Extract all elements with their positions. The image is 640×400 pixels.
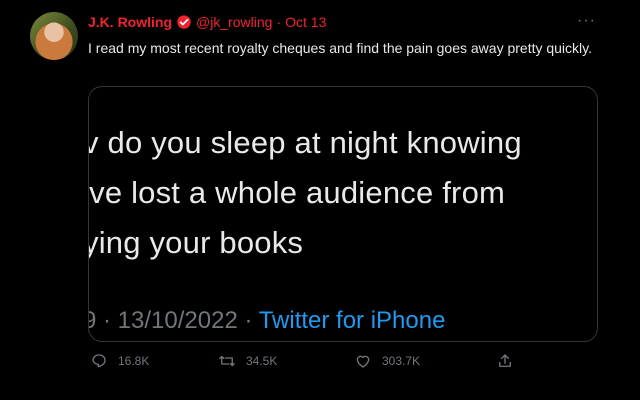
avatar[interactable] xyxy=(30,12,78,60)
media-text-line-1: v do you sleep at night knowing xyxy=(88,125,522,160)
tweet[interactable]: J.K. Rowling @jk_rowling · Oct 13 ··· I … xyxy=(0,0,640,400)
reply-count: 16.8K xyxy=(118,354,150,368)
share-icon xyxy=(499,354,511,367)
action-bar: 16.8K 34.5K 303.7K xyxy=(88,352,518,372)
verified-badge-icon xyxy=(176,14,192,30)
tweet-text: I read my most recent royalty cheques an… xyxy=(88,40,592,56)
tweet-header: J.K. Rowling @jk_rowling · Oct 13 xyxy=(88,14,326,30)
tweet-media-image[interactable]: v do you sleep at night knowing 've lost… xyxy=(88,86,598,342)
media-meta-date: 9 · 13/10/2022 · xyxy=(88,307,259,334)
reply-icon xyxy=(92,354,106,368)
retweet-icon xyxy=(219,355,235,367)
share-button[interactable] xyxy=(496,352,524,370)
media-meta-source: Twitter for iPhone xyxy=(258,307,446,334)
like-count: 303.7K xyxy=(382,354,421,368)
tweet-date[interactable]: Oct 13 xyxy=(285,14,326,30)
like-button[interactable]: 303.7K xyxy=(354,352,420,370)
retweet-button[interactable]: 34.5K xyxy=(218,352,277,370)
reply-button[interactable]: 16.8K xyxy=(90,352,149,370)
retweet-count: 34.5K xyxy=(246,354,278,368)
media-text-line-3: ying your books xyxy=(88,225,304,260)
more-icon[interactable]: ··· xyxy=(577,12,596,30)
media-meta: 9 · 13/10/2022 · Twitter for iPhone xyxy=(88,307,446,335)
author-handle[interactable]: @jk_rowling xyxy=(196,14,272,30)
media-text-line-2: 've lost a whole audience from xyxy=(88,175,506,210)
author-name[interactable]: J.K. Rowling xyxy=(88,14,172,30)
separator-dot: · xyxy=(276,14,282,30)
like-icon xyxy=(356,355,370,368)
